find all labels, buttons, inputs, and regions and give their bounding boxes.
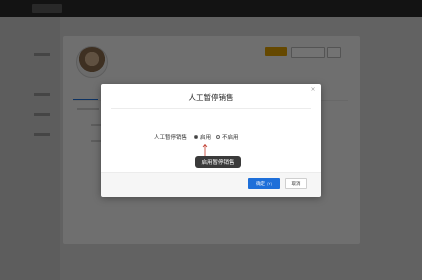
radio-enable-indicator[interactable] bbox=[194, 135, 199, 139]
app-screen: 人工暂停销售 × 人工暂停销售 启用 不启用 启用暂停销售 确定 (Y) 取消 bbox=[0, 0, 422, 280]
tooltip: 启用暂停销售 bbox=[195, 156, 241, 168]
radio-enable-label[interactable]: 启用 bbox=[200, 133, 211, 141]
cancel-button[interactable]: 取消 bbox=[285, 178, 307, 189]
confirm-shortcut-hint: (Y) bbox=[267, 181, 272, 186]
pause-sales-dialog: 人工暂停销售 × 人工暂停销售 启用 不启用 启用暂停销售 确定 (Y) 取消 bbox=[101, 84, 321, 197]
confirm-button[interactable]: 确定 (Y) bbox=[248, 178, 280, 189]
arrow-up-icon bbox=[202, 143, 208, 156]
radio-disable[interactable]: 不启用 bbox=[216, 133, 239, 141]
pause-sales-field: 人工暂停销售 启用 不启用 bbox=[154, 133, 244, 141]
close-icon[interactable]: × bbox=[309, 86, 317, 94]
confirm-button-label: 确定 bbox=[256, 181, 266, 187]
radio-disable-indicator[interactable] bbox=[216, 135, 221, 139]
title-divider bbox=[111, 108, 311, 109]
field-label: 人工暂停销售 bbox=[154, 135, 188, 141]
dialog-title: 人工暂停销售 bbox=[188, 93, 234, 102]
radio-enable[interactable]: 启用 bbox=[194, 133, 211, 141]
radio-disable-label[interactable]: 不启用 bbox=[222, 133, 239, 141]
